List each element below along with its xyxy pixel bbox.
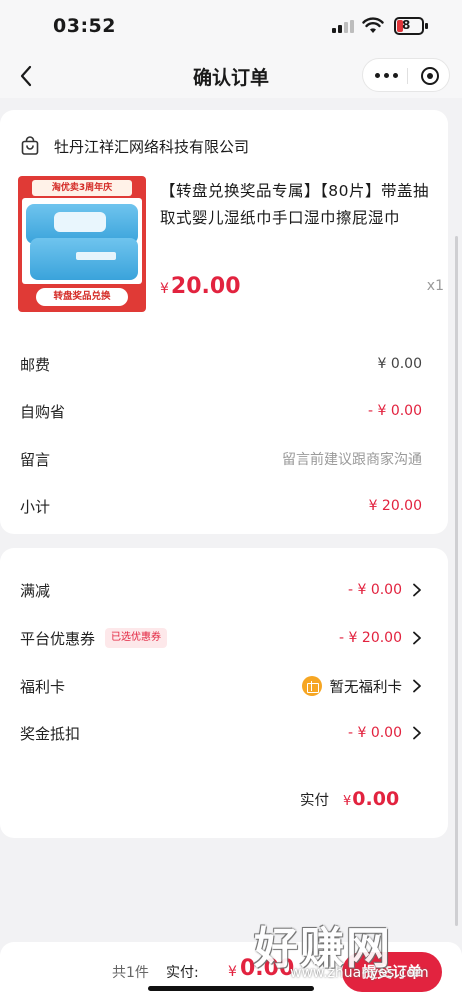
chevron-right-icon [413, 631, 421, 645]
bonus-deduct-label: 奖金抵扣 [20, 724, 81, 743]
product-title[interactable]: 【转盘兑换奖品专属】【80片】带盖抽取式婴儿湿纸巾手口湿巾擦屁湿巾纸... [160, 178, 432, 232]
more-icon[interactable] [375, 73, 399, 79]
capsule-divider [407, 68, 408, 84]
signal-icon [332, 20, 354, 33]
chevron-right-icon [413, 679, 421, 693]
close-circle-icon[interactable] [421, 67, 439, 85]
price-currency: ¥ [160, 281, 169, 297]
self-save-label: 自购省 [20, 402, 66, 421]
subtotal-value: ¥ 20.00 [368, 498, 422, 514]
back-button[interactable] [12, 62, 40, 90]
shop-bag-icon [21, 136, 39, 155]
watermark-url: www.zhuanyes.com [290, 965, 429, 981]
welfare-card-label: 福利卡 [20, 677, 66, 696]
battery-cap [425, 23, 428, 29]
postage-row: 邮费 ¥ 0.00 [20, 352, 422, 376]
wifi-icon [362, 17, 384, 33]
chevron-right-icon [413, 726, 421, 740]
message-row[interactable]: 留言 留言前建议跟商家沟通 [20, 447, 422, 471]
paid-label: 实付 [300, 793, 329, 809]
chevron-left-icon [20, 65, 32, 87]
shop-row[interactable]: 牡丹江祥汇网络科技有限公司 [20, 134, 249, 158]
full-reduction-row[interactable]: 满减 - ¥ 0.00 [20, 578, 422, 602]
battery-icon: 8 [394, 17, 424, 35]
wipes-picture [22, 198, 142, 284]
image-exchange-tag: 转盘奖品兑换 [36, 288, 128, 306]
price-value: 20.00 [170, 274, 241, 299]
chevron-right-icon [413, 583, 421, 597]
home-indicator [148, 986, 314, 991]
discount-card: 满减 - ¥ 0.00 平台优惠券 已选优惠券 - ¥ 20.00 福利卡 暂无… [0, 548, 448, 838]
platform-coupon-row[interactable]: 平台优惠券 已选优惠券 - ¥ 20.00 [20, 626, 422, 650]
scrollbar[interactable] [455, 236, 458, 926]
postage-label: 邮费 [20, 355, 51, 374]
platform-coupon-label: 平台优惠券 [20, 629, 96, 648]
miniprogram-capsule [362, 58, 450, 92]
product-image[interactable]: 淘优卖3周年庆 转盘奖品兑换 [18, 176, 146, 312]
battery-level: 8 [402, 18, 411, 32]
welfare-card-value: 暂无福利卡 [329, 679, 403, 696]
full-reduction-label: 满减 [20, 581, 51, 600]
message-input[interactable]: 留言前建议跟商家沟通 [282, 449, 422, 469]
gift-icon [301, 676, 322, 696]
product-quantity: x1 [426, 278, 444, 294]
status-time: 03:52 [53, 15, 116, 37]
product-price: ¥ 20.00 [160, 274, 241, 299]
actual-pay-currency: ¥ [228, 964, 237, 980]
nav-bar: 确认订单 [0, 54, 462, 98]
subtotal-row: 小计 ¥ 20.00 [20, 494, 422, 518]
welfare-card-row[interactable]: 福利卡 暂无福利卡 [20, 674, 422, 698]
self-save-row: 自购省 - ¥ 0.00 [20, 399, 422, 423]
order-card: 牡丹江祥汇网络科技有限公司 淘优卖3周年庆 转盘奖品兑换 【转盘兑换奖品专属】【… [0, 110, 448, 534]
bonus-deduct-row[interactable]: 奖金抵扣 - ¥ 0.00 [20, 721, 422, 745]
platform-coupon-value: - ¥ 20.00 [339, 630, 402, 646]
item-count: 共1件 [112, 965, 149, 981]
image-promo-tag: 淘优卖3周年庆 [32, 180, 132, 196]
bonus-deduct-value: - ¥ 0.00 [347, 725, 402, 741]
coupon-selected-badge: 已选优惠券 [105, 628, 168, 648]
paid-value: 0.00 [352, 788, 400, 810]
postage-value: ¥ 0.00 [377, 356, 422, 372]
subtotal-label: 小计 [20, 497, 51, 516]
message-label: 留言 [20, 450, 51, 469]
self-save-value: - ¥ 0.00 [367, 403, 422, 419]
status-bar: 03:52 8 [0, 0, 462, 54]
paid-row: 实付 ¥ 0.00 [300, 788, 399, 810]
full-reduction-value: - ¥ 0.00 [347, 582, 402, 598]
actual-pay-label: 实付: [166, 965, 199, 981]
shop-name: 牡丹江祥汇网络科技有限公司 [54, 137, 250, 156]
paid-currency: ¥ [343, 794, 352, 809]
